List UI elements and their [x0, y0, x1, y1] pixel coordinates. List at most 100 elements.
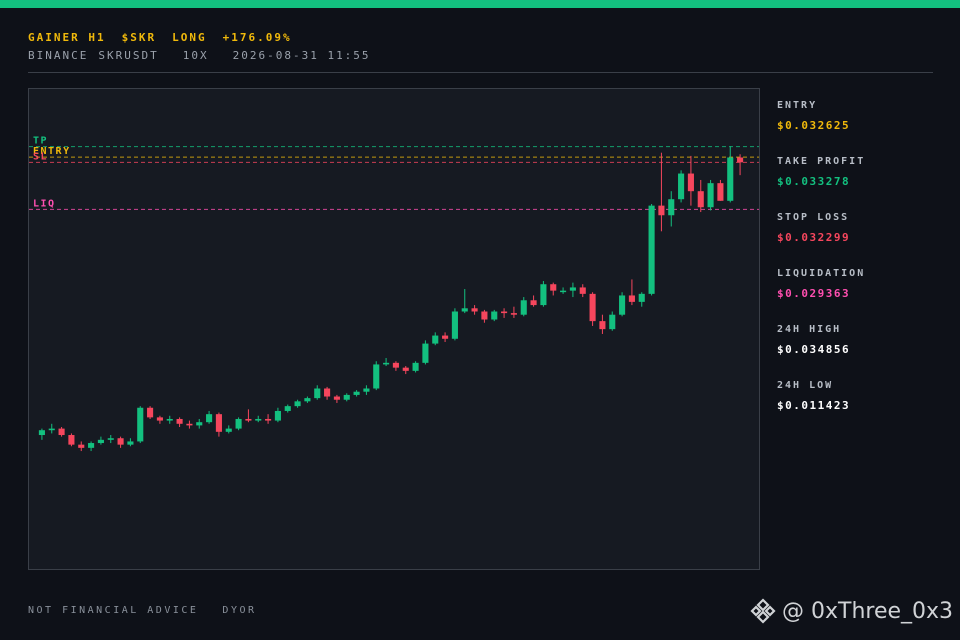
candle [599, 314, 606, 334]
candle-body [560, 290, 567, 293]
binance-logo-icon [750, 598, 776, 624]
candle [255, 415, 262, 423]
candle [668, 191, 675, 227]
stat-label: 24H LOW [777, 380, 834, 391]
top-accent-bar [0, 0, 960, 8]
footer-note-2: DYOR [222, 605, 257, 616]
candle-body [599, 321, 606, 330]
candle-body [717, 183, 724, 201]
stat-entry: ENTRY $0.032625 [777, 100, 937, 156]
candle-body [530, 300, 537, 306]
stat-label: ENTRY [777, 100, 818, 111]
candle [451, 308, 458, 341]
candle-body [412, 362, 419, 371]
candle [648, 204, 655, 296]
candle [166, 415, 173, 424]
candle-body [88, 443, 95, 448]
candle-body [78, 444, 85, 448]
candle [48, 423, 55, 434]
candle [206, 410, 213, 424]
candle-body [510, 313, 517, 315]
stat-24h-high: 24H HIGH $0.034856 [777, 324, 937, 380]
stat-value: $0.033278 [777, 175, 851, 188]
candle-body [156, 417, 163, 421]
candle-body [284, 406, 291, 411]
candle-body [48, 428, 55, 431]
candle [373, 361, 380, 391]
candle-body [97, 439, 104, 444]
candle [638, 292, 645, 307]
candle-body [383, 362, 390, 365]
candle [560, 287, 567, 294]
candle-body [540, 284, 547, 306]
candle-body [569, 287, 576, 291]
header-exchange: BINANCE [28, 49, 89, 62]
candle-body [294, 401, 301, 407]
header-line-1: GAINER H1 $SKR LONG +176.09% [28, 31, 308, 44]
candle [38, 428, 45, 440]
candle [196, 418, 203, 429]
candle [215, 412, 222, 437]
candle-body [38, 430, 45, 436]
candle [540, 281, 547, 307]
header-symbol: $SKR [121, 31, 157, 44]
candle [107, 435, 114, 444]
candle [284, 404, 291, 413]
candle-body [471, 308, 478, 312]
candle-body [550, 284, 557, 291]
candle [137, 406, 144, 444]
footer-disclaimer: NOT FINANCIAL ADVICE DYOR [28, 605, 281, 616]
header-tag: GAINER H1 [28, 31, 106, 44]
candle [520, 297, 527, 317]
stat-value: $0.029363 [777, 287, 851, 300]
candle-body [127, 441, 134, 445]
candle-body [687, 173, 694, 192]
candle-body [186, 423, 193, 426]
candle [628, 279, 635, 306]
candle [569, 282, 576, 298]
candle [392, 361, 399, 371]
candle [491, 309, 498, 322]
candle-body [737, 157, 744, 163]
candle [550, 282, 557, 296]
candle-body [392, 362, 399, 368]
candle-body [343, 394, 350, 400]
candle-body [314, 388, 321, 399]
stat-label: 24H HIGH [777, 324, 842, 335]
stat-label: TAKE PROFIT [777, 156, 866, 167]
candle-body [461, 308, 468, 312]
candle [294, 399, 301, 408]
candle-body [707, 183, 714, 208]
candle [353, 390, 360, 397]
candle-body [520, 300, 527, 315]
candle [471, 305, 478, 315]
candle [432, 332, 439, 346]
candle [461, 289, 468, 314]
candle [412, 361, 419, 373]
footer-note-1: NOT FINANCIAL ADVICE [28, 605, 199, 616]
candle [58, 427, 65, 437]
candle [235, 417, 242, 431]
candle [274, 407, 281, 423]
header-pair: SKRUSDT [98, 49, 159, 62]
candle [687, 155, 694, 206]
candle-body [432, 335, 439, 344]
candle [609, 311, 616, 331]
candle-body [107, 438, 114, 440]
candle-body [373, 364, 380, 389]
stat-24h-low: 24H LOW $0.011423 [777, 380, 937, 436]
candle [343, 393, 350, 402]
candle [481, 309, 488, 323]
price-chart[interactable]: TP ENTRY SL LIQ [28, 88, 760, 570]
candle-body [658, 205, 665, 216]
candle-body [117, 438, 124, 445]
candle [422, 340, 429, 365]
candle-body [304, 398, 311, 402]
candle-body [638, 293, 645, 302]
candle [619, 292, 626, 317]
candle-body [619, 295, 626, 315]
candle [245, 409, 252, 423]
candle [156, 415, 163, 424]
candle [402, 366, 409, 375]
candle-body [196, 422, 203, 426]
